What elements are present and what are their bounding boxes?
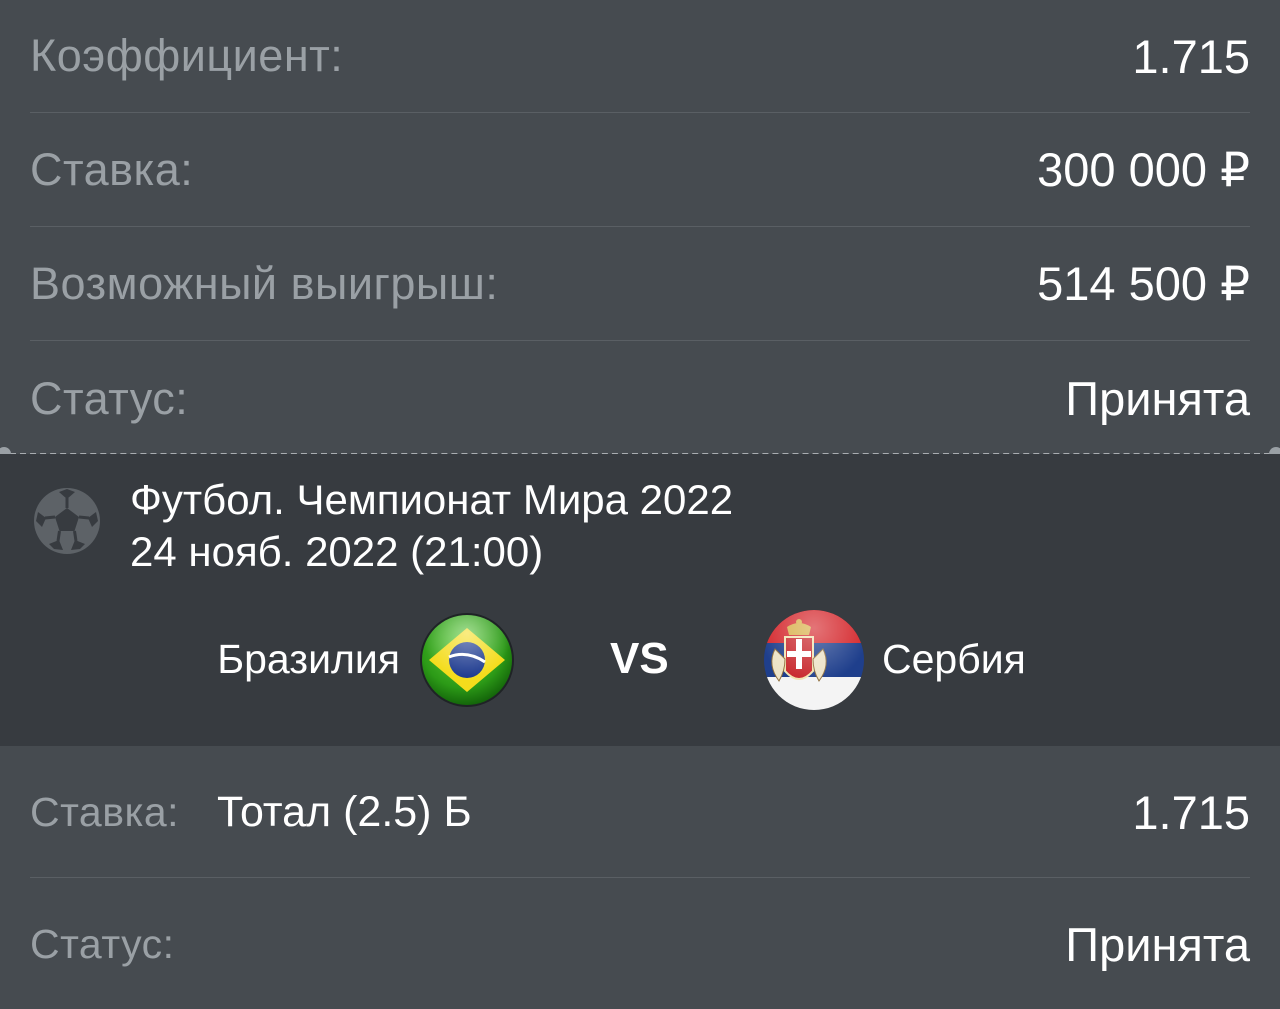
stake-label: Ставка: [30, 144, 194, 195]
serbia-flag-icon [764, 610, 864, 710]
stake-value: 300 000 ₽ [1037, 143, 1250, 196]
bet-status-value: Принята [1065, 917, 1250, 971]
event-card: Футбол. Чемпионат Мира 2022 24 нояб. 202… [0, 454, 1280, 746]
bet-market: Тотал (2.5) Б [217, 788, 472, 836]
bet-status-label: Статус: [30, 920, 175, 967]
bet-market-row: Ставка: Тотал (2.5) Б 1.715 [30, 748, 1250, 878]
possible-win-value: 514 500 ₽ [1037, 257, 1250, 310]
event-title: Футбол. Чемпионат Мира 2022 [130, 476, 734, 523]
versus-label: VS [610, 634, 669, 683]
status-label: Статус: [30, 372, 189, 424]
status-row: Статус: Принята [30, 342, 1250, 455]
odds-row: Коэффициент: 1.715 [30, 0, 1250, 113]
possible-win-row: Возможный выигрыш: 514 500 ₽ [30, 228, 1250, 341]
bet-stake-label: Ставка: [30, 789, 180, 835]
event-date: 24 нояб. 2022 (21:00) [130, 528, 544, 575]
odds-label: Коэффициент: [30, 30, 344, 81]
soccer-ball-icon [34, 488, 100, 554]
bet-odds: 1.715 [1132, 786, 1250, 839]
away-team-name: Сербия [882, 636, 1026, 682]
possible-win-label: Возможный выигрыш: [30, 258, 499, 309]
brazil-flag-icon [420, 613, 514, 707]
status-value: Принята [1065, 372, 1250, 425]
stake-row: Ставка: 300 000 ₽ [30, 114, 1250, 227]
bet-summary: Коэффициент: 1.715 Ставка: 300 000 ₽ Воз… [0, 0, 1280, 454]
odds-value: 1.715 [1132, 29, 1250, 83]
bet-status-row: Статус: Принята [30, 879, 1250, 1009]
home-team-name: Бразилия [217, 636, 400, 682]
